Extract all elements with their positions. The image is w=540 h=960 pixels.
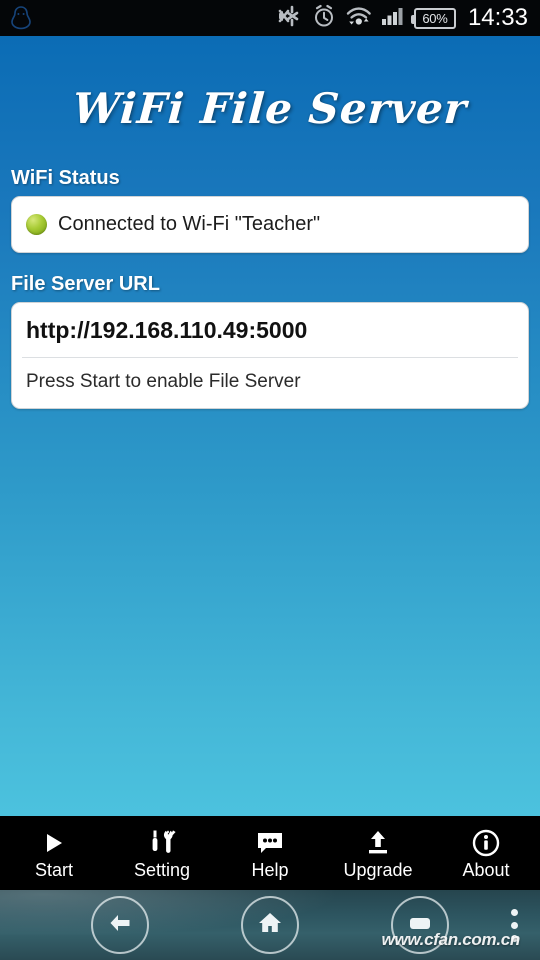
file-server-url-label: File Server URL [11,273,160,295]
status-bar-system-icons: 60% 14:33 [277,4,528,33]
green-status-dot [26,214,47,235]
nav-home-button[interactable] [241,896,299,954]
recents-icon [406,909,434,942]
nav-back-button[interactable] [91,896,149,954]
cellular-signal-icon [381,4,405,33]
app-content: WiFi File Server WiFi Status Connected t… [0,36,540,816]
play-icon [41,828,67,858]
tools-icon [146,828,178,858]
toolbar-item-about[interactable]: About [432,816,540,890]
wifi-status-text: Connected to Wi-Fi "Teacher" [58,213,321,235]
toolbar-label-setting: Setting [133,859,191,880]
home-icon [256,909,284,942]
battery-indicator: 60% [410,7,456,29]
file-server-url-value[interactable]: http://192.168.110.49:5000 [12,303,528,357]
back-icon [106,909,134,942]
status-bar: 60% 14:33 [0,0,540,36]
toolbar-label-about: About [462,859,510,880]
file-server-card: http://192.168.110.49:5000 Press Start t… [11,302,529,409]
wifi-status-row: Connected to Wi-Fi "Teacher" [12,197,528,252]
nav-recents-button[interactable] [391,896,449,954]
toolbar-item-upgrade[interactable]: Upgrade [324,816,432,890]
wifi-status-card: Connected to Wi-Fi "Teacher" [11,196,529,253]
toolbar-label-upgrade: Upgrade [343,859,413,880]
toolbar-item-setting[interactable]: Setting [108,816,216,890]
overflow-menu-icon [511,908,518,916]
wifi-status-label: WiFi Status [11,167,120,189]
phone-screen: 60% 14:33 WiFi File Server WiFi Status C… [0,0,540,960]
info-circle-icon [472,828,500,858]
file-server-hint: Press Start to enable File Server [26,371,301,392]
status-bar-notifications [10,5,277,31]
wifi-data-icon [345,4,372,33]
app-title: WiFi File Server [71,84,469,133]
battery-percent-label: 60% [422,10,448,26]
toolbar-item-help[interactable]: Help [216,816,324,890]
bottom-toolbar: Start Setting Help Upgrade About [0,816,540,890]
toolbar-label-help: Help [251,859,289,880]
toolbar-label-start: Start [34,859,73,880]
overflow-menu-icon [511,921,518,929]
speech-bubble-icon [255,828,285,858]
silent-mode-icon [277,4,303,33]
toolbar-item-start[interactable]: Start [0,816,108,890]
qq-penguin-icon [10,5,32,31]
navigation-bar: www.cfan.com.cn [0,890,540,960]
upload-icon [364,828,392,858]
status-bar-clock: 14:33 [467,4,528,31]
alarm-clock-icon [312,4,336,33]
nav-overflow-menu-button[interactable] [511,908,518,942]
overflow-menu-icon [511,934,518,942]
